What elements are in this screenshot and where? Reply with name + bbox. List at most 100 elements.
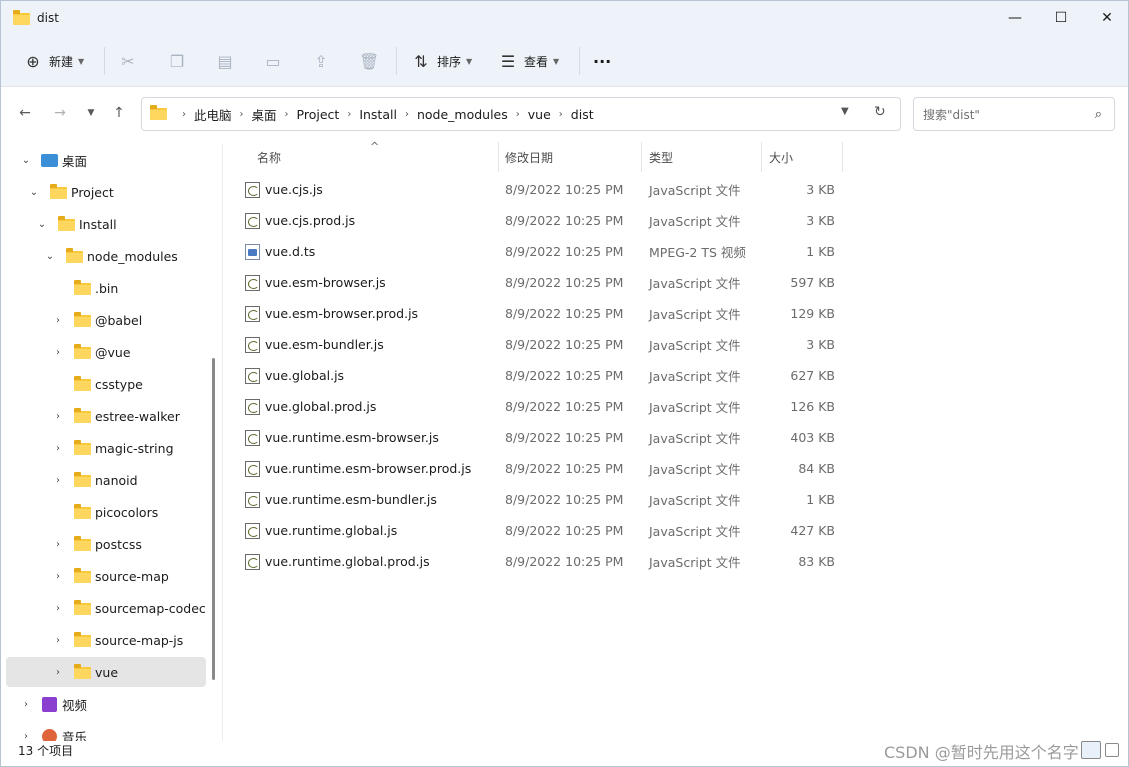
share-button[interactable]: ⇪ bbox=[311, 47, 331, 75]
tree-item-picocolors[interactable]: picocolors bbox=[6, 497, 206, 527]
chevron-right-icon: › bbox=[56, 538, 60, 550]
tree-item-bin[interactable]: .bin bbox=[6, 273, 206, 303]
details-view-button[interactable] bbox=[1081, 741, 1101, 759]
copy-button[interactable]: ❐ bbox=[167, 47, 187, 75]
tree-item-source-map[interactable]: › source-map bbox=[6, 561, 206, 591]
nav-scrollbar[interactable] bbox=[212, 358, 215, 680]
delete-button[interactable]: 🗑 bbox=[359, 47, 379, 75]
table-row[interactable]: vue.esm-browser.prod.js 8/9/2022 10:25 P… bbox=[241, 298, 843, 329]
tree-item-vue[interactable]: › vue bbox=[6, 657, 206, 687]
table-row[interactable]: vue.runtime.global.prod.js 8/9/2022 10:2… bbox=[241, 546, 843, 577]
paste-button[interactable]: ▤ bbox=[215, 47, 235, 75]
tree-item-postcss[interactable]: › postcss bbox=[6, 529, 206, 559]
minimize-button[interactable]: — bbox=[992, 1, 1038, 35]
tree-item-music[interactable]: › 音乐 bbox=[6, 721, 206, 741]
forward-button[interactable]: → bbox=[48, 101, 72, 125]
file-date: 8/9/2022 10:25 PM bbox=[505, 244, 624, 259]
table-row[interactable]: vue.d.ts 8/9/2022 10:25 PM MPEG-2 TS 视频 … bbox=[241, 236, 843, 267]
rename-button[interactable]: ▭ bbox=[263, 47, 283, 75]
tree-item-babel[interactable]: › @babel bbox=[6, 305, 206, 335]
sort-button[interactable]: ⇅ 排序 ▼ bbox=[411, 47, 472, 75]
navigation-pane: ⌄ 桌面 ⌄ Project ⌄ Install ⌄ node_modules … bbox=[1, 144, 221, 741]
file-size: 83 KB bbox=[798, 554, 835, 569]
table-row[interactable]: vue.esm-browser.js 8/9/2022 10:25 PM Jav… bbox=[241, 267, 843, 298]
up-button[interactable]: ↑ bbox=[107, 101, 131, 125]
column-header-type[interactable]: 类型 bbox=[641, 142, 762, 172]
rename-icon: ▭ bbox=[265, 51, 281, 71]
pane-divider[interactable] bbox=[222, 144, 223, 741]
column-header-name[interactable]: 名称 bbox=[249, 142, 499, 172]
folder-icon bbox=[74, 568, 91, 583]
tree-item-nanoid[interactable]: › nanoid bbox=[6, 465, 206, 495]
tree-item-install[interactable]: ⌄ Install bbox=[6, 209, 206, 239]
address-history-button[interactable]: ▼ bbox=[841, 106, 849, 117]
js-file-icon bbox=[245, 368, 260, 384]
table-row[interactable]: vue.runtime.esm-bundler.js 8/9/2022 10:2… bbox=[241, 484, 843, 515]
address-bar[interactable]: › 此电脑 › 桌面 › Project › Install › node_mo… bbox=[141, 97, 901, 131]
tree-item-magic-string[interactable]: › magic-string bbox=[6, 433, 206, 463]
breadcrumb-this-pc[interactable]: 此电脑 bbox=[194, 105, 232, 124]
tree-item-label: csstype bbox=[95, 376, 143, 392]
tree-item-videos[interactable]: › 视频 bbox=[6, 689, 206, 719]
chevron-right-icon: › bbox=[56, 346, 60, 358]
table-row[interactable]: vue.global.js 8/9/2022 10:25 PM JavaScri… bbox=[241, 360, 843, 391]
tree-item-label: sourcemap-codec bbox=[95, 600, 206, 616]
table-row[interactable]: vue.esm-bundler.js 8/9/2022 10:25 PM Jav… bbox=[241, 329, 843, 360]
tree-item-vue-scope[interactable]: › @vue bbox=[6, 337, 206, 367]
table-row[interactable]: vue.global.prod.js 8/9/2022 10:25 PM Jav… bbox=[241, 391, 843, 422]
tree-item-source-map-js[interactable]: › source-map-js bbox=[6, 625, 206, 655]
tree-item-csstype[interactable]: csstype bbox=[6, 369, 206, 399]
chevron-right-icon: › bbox=[56, 634, 60, 646]
videos-icon bbox=[42, 697, 57, 712]
chevron-right-icon: › bbox=[239, 108, 244, 120]
tree-item-project[interactable]: ⌄ Project bbox=[6, 177, 206, 207]
refresh-button[interactable]: ↻ bbox=[874, 104, 886, 120]
table-row[interactable]: vue.cjs.js 8/9/2022 10:25 PM JavaScript … bbox=[241, 174, 843, 205]
tree-item-estree-walker[interactable]: › estree-walker bbox=[6, 401, 206, 431]
folder-icon bbox=[66, 248, 83, 263]
folder-icon bbox=[74, 600, 91, 615]
tree-item-sourcemap-codec[interactable]: › sourcemap-codec bbox=[6, 593, 206, 623]
file-name: vue.runtime.global.js bbox=[265, 523, 398, 538]
chevron-right-icon: › bbox=[182, 108, 186, 120]
table-row[interactable]: vue.runtime.global.js 8/9/2022 10:25 PM … bbox=[241, 515, 843, 546]
cut-button[interactable]: ✂ bbox=[118, 47, 138, 75]
tree-item-label: postcss bbox=[95, 536, 142, 552]
breadcrumb-install[interactable]: Install bbox=[359, 107, 397, 122]
back-button[interactable]: ← bbox=[13, 101, 37, 125]
breadcrumb-desktop[interactable]: 桌面 bbox=[252, 105, 277, 124]
view-button[interactable]: ☰ 查看 ▼ bbox=[498, 47, 559, 75]
table-row[interactable]: vue.cjs.prod.js 8/9/2022 10:25 PM JavaSc… bbox=[241, 205, 843, 236]
breadcrumb-node-modules[interactable]: node_modules bbox=[417, 107, 508, 122]
table-row[interactable]: vue.runtime.esm-browser.prod.js 8/9/2022… bbox=[241, 453, 843, 484]
tree-item-desktop[interactable]: ⌄ 桌面 bbox=[6, 145, 206, 175]
file-date: 8/9/2022 10:25 PM bbox=[505, 182, 624, 197]
breadcrumb-vue[interactable]: vue bbox=[528, 107, 551, 122]
file-explorer-window: dist — ☐ ✕ ⊕ 新建 ▼ ✂ ❐ ▤ ▭ ⇪ 🗑 ⇅ 排序 ▼ ☰ 查… bbox=[0, 0, 1129, 767]
new-button[interactable]: ⊕ 新建 ▼ bbox=[23, 47, 84, 75]
file-name: vue.esm-bundler.js bbox=[265, 337, 384, 352]
chevron-right-icon: › bbox=[347, 108, 352, 120]
close-button[interactable]: ✕ bbox=[1084, 1, 1128, 35]
column-header-size[interactable]: 大小 bbox=[761, 142, 843, 172]
tree-item-label: source-map bbox=[95, 568, 169, 584]
file-name: vue.global.js bbox=[265, 368, 345, 383]
file-size: 3 KB bbox=[806, 337, 835, 352]
folder-icon bbox=[150, 105, 168, 121]
breadcrumb-dist[interactable]: dist bbox=[571, 107, 594, 122]
file-date: 8/9/2022 10:25 PM bbox=[505, 430, 624, 445]
more-options-button[interactable]: ··· bbox=[593, 47, 611, 75]
column-header-date[interactable]: 修改日期 bbox=[497, 142, 642, 172]
file-type: JavaScript 文件 bbox=[649, 462, 741, 477]
large-icons-view-button[interactable] bbox=[1105, 743, 1119, 757]
table-row[interactable]: vue.runtime.esm-browser.js 8/9/2022 10:2… bbox=[241, 422, 843, 453]
view-button-label: 查看 bbox=[524, 54, 549, 69]
tree-item-node-modules[interactable]: ⌄ node_modules bbox=[6, 241, 206, 271]
file-type: JavaScript 文件 bbox=[649, 338, 741, 353]
recent-locations-button[interactable]: ▼ bbox=[79, 101, 103, 125]
chevron-right-icon: › bbox=[515, 108, 520, 120]
sort-icon: ⇅ bbox=[414, 51, 428, 71]
search-input[interactable]: 搜索"dist" ⌕ bbox=[913, 97, 1115, 131]
maximize-button[interactable]: ☐ bbox=[1038, 1, 1084, 35]
breadcrumb-project[interactable]: Project bbox=[297, 107, 340, 122]
